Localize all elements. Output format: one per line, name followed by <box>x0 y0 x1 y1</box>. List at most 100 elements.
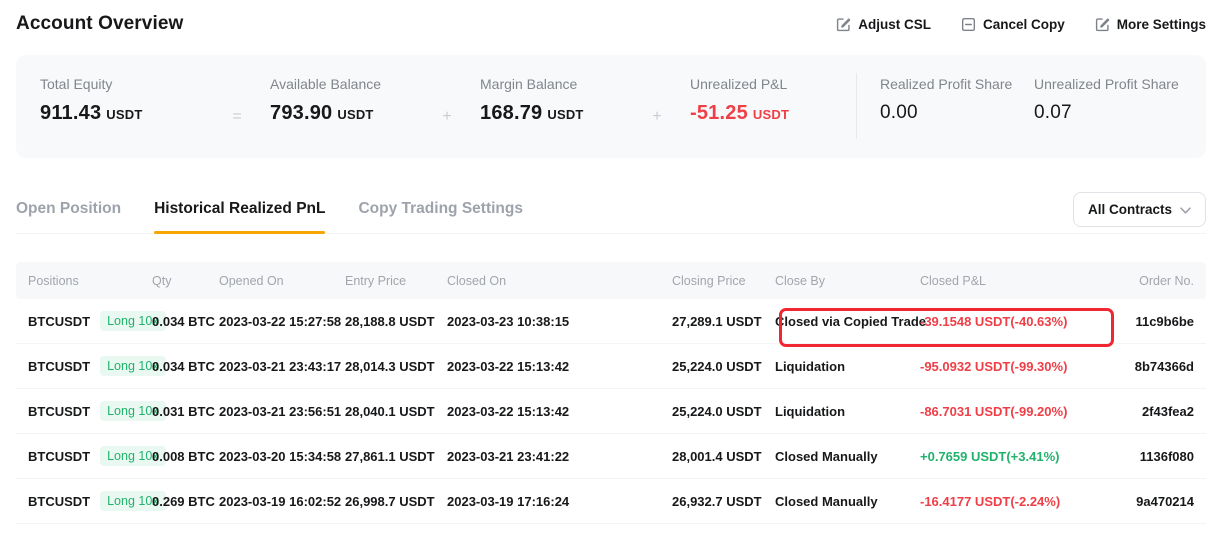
symbol-label[interactable]: BTCUSDT <box>28 314 90 329</box>
closing-price-cell: 28,001.4 USDT <box>672 449 775 464</box>
account-stats-panel: Total Equity 911.43USDT = Available Bala… <box>16 55 1206 158</box>
qty-cell: 0.008 BTC <box>152 449 219 464</box>
stat-unit: USDT <box>337 107 373 122</box>
closing-price-cell: 26,932.7 USDT <box>672 494 775 509</box>
more-settings-button[interactable]: More Settings <box>1095 17 1206 32</box>
qty-cell: 0.034 BTC <box>152 314 219 329</box>
closing-price-cell: 25,224.0 USDT <box>672 404 775 419</box>
symbol-label[interactable]: BTCUSDT <box>28 404 90 419</box>
stat-label: Total Equity <box>40 76 230 92</box>
column-header: Order No. <box>1102 274 1194 288</box>
position-cell: BTCUSDTLong 10x <box>28 446 152 466</box>
stat-value: -51.25 <box>690 102 748 124</box>
closed-on-cell: 2023-03-21 23:41:22 <box>447 449 672 464</box>
stat-available-balance: Available Balance 793.90 USDT <box>270 76 440 125</box>
qty-cell: 0.031 BTC <box>152 404 219 419</box>
minus-square-icon <box>961 17 976 32</box>
adjust-csl-button[interactable]: Adjust CSL <box>836 17 931 32</box>
stat-value: 793.90 <box>270 102 332 124</box>
stat-value: 0.00 <box>880 102 918 123</box>
column-header: Opened On <box>219 274 345 288</box>
page-header: Account Overview Adjust CSL <box>16 0 1206 35</box>
order-no-cell: 1136f080 <box>1102 449 1194 464</box>
account-overview-page: Account Overview Adjust CSL <box>0 0 1222 524</box>
column-header: Closed On <box>447 274 672 288</box>
stat-value: 168.79 <box>480 102 542 124</box>
column-header: Qty <box>152 274 219 288</box>
cancel-copy-label: Cancel Copy <box>983 17 1065 32</box>
more-settings-label: More Settings <box>1117 17 1206 32</box>
symbol-label[interactable]: BTCUSDT <box>28 494 90 509</box>
stat-label: Realized Profit Share <box>880 76 1034 92</box>
tabs-row: Open Position Historical Realized PnL Co… <box>16 192 1206 234</box>
table-row: BTCUSDTLong 10x0.008 BTC2023-03-20 15:34… <box>16 434 1206 479</box>
column-header: Closed P&L <box>920 274 1102 288</box>
all-contracts-dropdown[interactable]: All Contracts <box>1073 192 1206 227</box>
opened-on-cell: 2023-03-21 23:56:51 <box>219 404 345 419</box>
symbol-label[interactable]: BTCUSDT <box>28 359 90 374</box>
close-by-cell: Liquidation <box>775 359 920 374</box>
pnl-table: PositionsQtyOpened OnEntry PriceClosed O… <box>16 262 1206 524</box>
closed-pnl-cell: +0.7659 USDT(+3.41%) <box>920 449 1102 464</box>
entry-price-cell: 28,040.1 USDT <box>345 404 447 419</box>
stat-realized-profit-share: Realized Profit Share 0.00 <box>880 76 1034 124</box>
tab-historical-realized-pnl[interactable]: Historical Realized PnL <box>154 200 325 233</box>
closed-on-cell: 2023-03-23 10:38:15 <box>447 314 672 329</box>
stat-label: Available Balance <box>270 76 440 92</box>
tab-copy-trading-settings[interactable]: Copy Trading Settings <box>358 200 522 233</box>
header-actions: Adjust CSL Cancel Copy M <box>836 17 1206 32</box>
edit-square-icon <box>836 17 851 32</box>
page-title: Account Overview <box>16 13 183 35</box>
stat-total-equity: Total Equity 911.43USDT <box>40 76 230 125</box>
entry-price-cell: 28,188.8 USDT <box>345 314 447 329</box>
equals-operator: = <box>230 108 244 126</box>
closing-price-cell: 27,289.1 USDT <box>672 314 775 329</box>
chevron-down-icon <box>1180 202 1191 217</box>
closed-pnl-cell: -39.1548 USDT(-40.63%) <box>920 314 1102 329</box>
edit-square-icon <box>1095 17 1110 32</box>
opened-on-cell: 2023-03-19 16:02:52 <box>219 494 345 509</box>
position-cell: BTCUSDTLong 10x <box>28 401 152 421</box>
order-no-cell: 9a470214 <box>1102 494 1194 509</box>
adjust-csl-label: Adjust CSL <box>858 17 931 32</box>
cancel-copy-button[interactable]: Cancel Copy <box>961 17 1065 32</box>
entry-price-cell: 27,861.1 USDT <box>345 449 447 464</box>
stat-value: 0.07 <box>1034 102 1072 123</box>
stat-unit: USDT <box>547 107 583 122</box>
all-contracts-label: All Contracts <box>1088 202 1172 217</box>
order-no-cell: 11c9b6be <box>1102 314 1194 329</box>
closed-on-cell: 2023-03-22 15:13:42 <box>447 404 672 419</box>
plus-operator: + <box>440 108 454 126</box>
tabs: Open Position Historical Realized PnL Co… <box>16 200 523 233</box>
table-row: BTCUSDTLong 10x0.031 BTC2023-03-21 23:56… <box>16 389 1206 434</box>
opened-on-cell: 2023-03-21 23:43:17 <box>219 359 345 374</box>
closing-price-cell: 25,224.0 USDT <box>672 359 775 374</box>
stat-label: Margin Balance <box>480 76 650 92</box>
table-row: BTCUSDTLong 10x0.269 BTC2023-03-19 16:02… <box>16 479 1206 524</box>
closed-on-cell: 2023-03-19 17:16:24 <box>447 494 672 509</box>
symbol-label[interactable]: BTCUSDT <box>28 449 90 464</box>
column-header: Closing Price <box>672 274 775 288</box>
order-no-cell: 2f43fea2 <box>1102 404 1194 419</box>
order-no-cell: 8b74366d <box>1102 359 1194 374</box>
stat-margin-balance: Margin Balance 168.79 USDT <box>480 76 650 125</box>
stat-unit: USDT <box>106 107 142 122</box>
table-row: BTCUSDTLong 10x0.034 BTC2023-03-21 23:43… <box>16 344 1206 389</box>
qty-cell: 0.269 BTC <box>152 494 219 509</box>
stat-label: Unrealized P&L <box>690 76 840 92</box>
column-header: Entry Price <box>345 274 447 288</box>
table-header: PositionsQtyOpened OnEntry PriceClosed O… <box>16 262 1206 299</box>
column-header: Positions <box>28 274 152 288</box>
closed-on-cell: 2023-03-22 15:13:42 <box>447 359 672 374</box>
position-cell: BTCUSDTLong 10x <box>28 311 152 331</box>
stat-unrealized-profit-share: Unrealized Profit Share 0.07 <box>1034 76 1179 124</box>
closed-pnl-cell: -95.0932 USDT(-99.30%) <box>920 359 1102 374</box>
table-row: BTCUSDTLong 10x0.034 BTC2023-03-22 15:27… <box>16 299 1206 344</box>
close-by-cell: Liquidation <box>775 404 920 419</box>
close-by-cell: Closed Manually <box>775 494 920 509</box>
closed-pnl-cell: -86.7031 USDT(-99.20%) <box>920 404 1102 419</box>
opened-on-cell: 2023-03-20 15:34:58 <box>219 449 345 464</box>
plus-operator: + <box>650 108 664 126</box>
tab-open-position[interactable]: Open Position <box>16 200 121 233</box>
stats-divider <box>856 73 857 139</box>
